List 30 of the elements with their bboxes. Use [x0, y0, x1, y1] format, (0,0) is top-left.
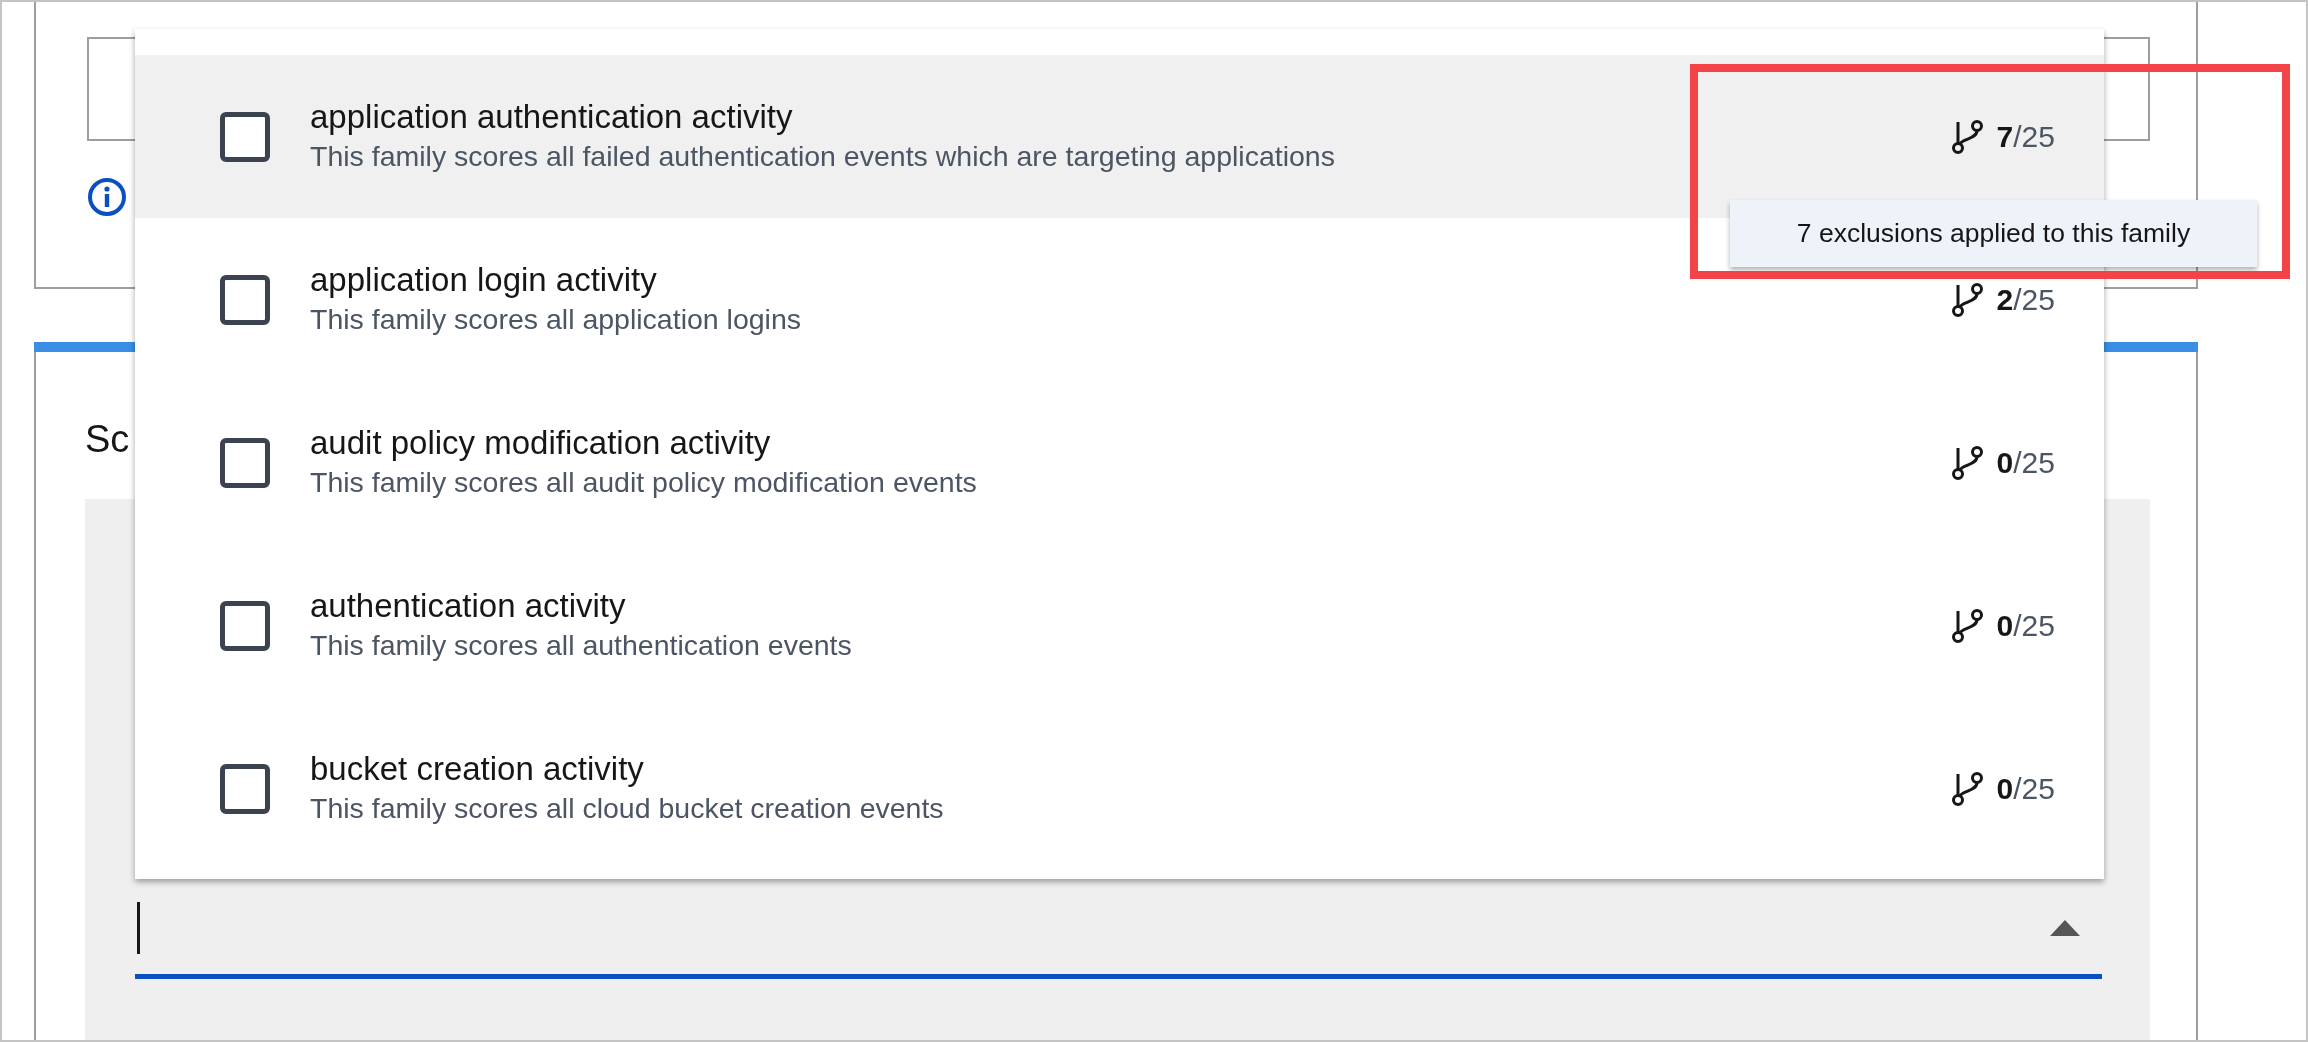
family-description: This family scores all cloud bucket creation events [310, 791, 944, 827]
exclusion-count: 2/25 [1996, 282, 2055, 318]
branch-icon [1950, 607, 1985, 644]
family-title[interactable]: authentication activity [310, 584, 626, 627]
exclusion-count: 0/25 [1996, 771, 2055, 807]
branch-icon [1950, 770, 1985, 807]
exclusion-count: 7/25 [1996, 119, 2055, 155]
branch-icon [1950, 281, 1985, 318]
exclusion-count: 0/25 [1996, 608, 2055, 644]
family-title[interactable]: bucket creation activity [310, 747, 644, 790]
checkbox[interactable] [220, 600, 270, 651]
family-description: This family scores all failed authentication events which are targeting applications [310, 139, 1335, 175]
checkbox[interactable] [220, 437, 270, 488]
family-description: This family scores all authentication events [310, 628, 852, 664]
branch-icon [1950, 118, 1985, 155]
caret-icon[interactable] [2050, 920, 2080, 936]
checkbox[interactable] [220, 274, 270, 325]
text-cursor [137, 902, 140, 954]
family-description: This family scores all audit policy modification events [310, 465, 977, 501]
checkbox[interactable] [220, 763, 270, 814]
checkbox[interactable] [220, 111, 270, 162]
family-title[interactable]: audit policy modification activity [310, 421, 771, 464]
family-title[interactable]: application authentication activity [310, 95, 793, 138]
section-heading: Sc [85, 417, 130, 462]
tooltip: 7 exclusions applied to this family [1730, 200, 2257, 267]
family-description: This family scores all application logins [310, 302, 802, 338]
exclusion-count: 0/25 [1996, 445, 2055, 481]
info-icon[interactable] [87, 177, 127, 217]
family-title[interactable]: application login activity [310, 258, 657, 301]
branch-icon [1950, 444, 1985, 481]
